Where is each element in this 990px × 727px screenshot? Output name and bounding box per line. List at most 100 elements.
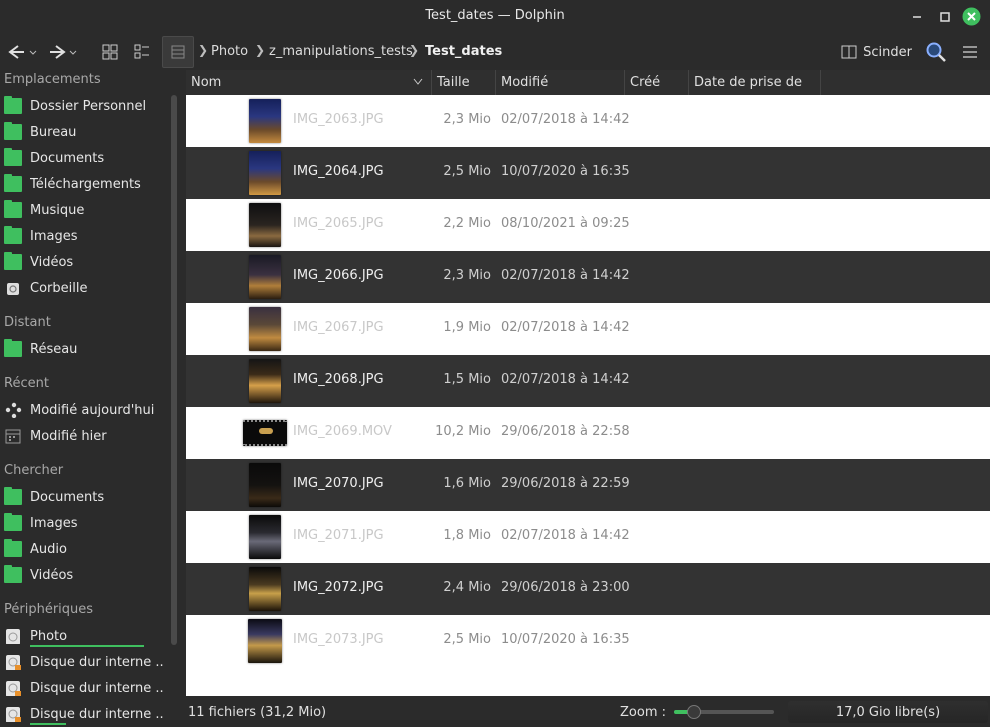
details-view-button[interactable] xyxy=(162,36,194,68)
file-row[interactable]: IMG_2073.JPG 2,5 Mio 10/07/2020 à 16:35 xyxy=(186,615,990,667)
sidebar-item-pictures[interactable]: Images xyxy=(4,225,164,247)
search-button[interactable] xyxy=(924,39,948,65)
icons-view-button[interactable] xyxy=(98,39,122,65)
video-frame-highlight xyxy=(259,428,273,434)
sidebar-item-videos[interactable]: Vidéos xyxy=(4,251,164,273)
sidebar-item-network[interactable]: Réseau xyxy=(4,338,164,360)
column-header-size[interactable]: Taille xyxy=(431,70,491,95)
sidebar-item-label: Musique xyxy=(30,202,85,218)
column-header-modified[interactable]: Modifié xyxy=(495,70,623,95)
sidebar-item-trash[interactable]: Corbeille xyxy=(4,277,164,299)
file-modified: 29/06/2018 à 23:00 xyxy=(501,580,630,595)
window-title: Test_dates — Dolphin xyxy=(425,8,565,23)
file-name: IMG_2067.JPG xyxy=(293,320,384,335)
forward-button[interactable] xyxy=(46,39,78,65)
section-heading-devices: Périphériques xyxy=(4,602,94,617)
file-row[interactable]: IMG_2070.JPG 1,6 Mio 29/06/2018 à 22:59 xyxy=(186,459,990,511)
file-name: IMG_2071.JPG xyxy=(293,528,384,543)
sidebar-scrollbar[interactable] xyxy=(171,95,177,645)
file-row[interactable]: IMG_2069.MOV 10,2 Mio 29/06/2018 à 22:58 xyxy=(186,407,990,459)
image-thumbnail xyxy=(249,255,281,299)
compact-view-button[interactable] xyxy=(130,39,154,65)
sidebar-item-label: Documents xyxy=(30,489,105,505)
videos-folder-icon xyxy=(4,252,22,270)
breadcrumb-separator-icon: ❯ xyxy=(198,43,209,57)
sort-descending-icon xyxy=(413,78,423,85)
file-name: IMG_2064.JPG xyxy=(293,164,384,179)
video-thumbnail xyxy=(243,420,287,446)
sidebar-item-internal-disk-1[interactable]: Disque dur interne ... xyxy=(4,651,164,673)
videos-folder-icon xyxy=(4,565,22,583)
sidebar-item-label: Réseau xyxy=(30,341,78,357)
sidebar-item-internal-disk-3[interactable]: Disque dur interne ... xyxy=(4,703,164,725)
back-button[interactable] xyxy=(6,39,38,65)
sidebar-item-internal-disk-2[interactable]: Disque dur interne ... xyxy=(4,677,164,699)
sidebar-item-label: Corbeille xyxy=(30,280,88,296)
section-heading-search: Chercher xyxy=(4,463,64,478)
file-row[interactable]: IMG_2072.JPG 2,4 Mio 29/06/2018 à 23:00 xyxy=(186,563,990,615)
sidebar-item-search-images[interactable]: Images xyxy=(4,512,164,534)
file-row[interactable]: IMG_2065.JPG 2,2 Mio 08/10/2021 à 09:25 xyxy=(186,199,990,251)
title-bar: Test_dates — Dolphin xyxy=(0,0,990,33)
details-view-icon xyxy=(171,45,185,59)
sidebar-item-label: Photo xyxy=(30,628,68,644)
image-thumbnail xyxy=(249,515,281,559)
minimize-button[interactable] xyxy=(908,8,926,26)
file-row[interactable]: IMG_2068.JPG 1,5 Mio 02/07/2018 à 14:42 xyxy=(186,355,990,407)
zoom-slider-handle[interactable] xyxy=(687,705,701,719)
file-size: 2,4 Mio xyxy=(443,580,491,595)
column-header-created[interactable]: Créé xyxy=(624,70,688,95)
status-summary: 11 fichiers (31,2 Mio) xyxy=(188,705,327,720)
section-heading-remote: Distant xyxy=(4,315,51,330)
file-row[interactable]: IMG_2071.JPG 1,8 Mio 02/07/2018 à 14:42 xyxy=(186,511,990,563)
breadcrumb-item[interactable]: z_manipulations_tests xyxy=(269,44,413,59)
audio-folder-icon xyxy=(4,539,22,557)
file-size: 1,8 Mio xyxy=(443,528,491,543)
file-row[interactable]: IMG_2064.JPG 2,5 Mio 10/07/2020 à 16:35 xyxy=(186,147,990,199)
split-view-button[interactable]: Scinder xyxy=(840,39,912,65)
sidebar-item-search-documents[interactable]: Documents xyxy=(4,486,164,508)
sidebar-item-label: Images xyxy=(30,515,78,531)
sidebar-item-music[interactable]: Musique xyxy=(4,199,164,221)
sidebar-item-device-photo[interactable]: Photo xyxy=(4,625,164,647)
breadcrumb-item[interactable]: Photo xyxy=(211,44,248,59)
calendar-icon xyxy=(5,429,21,444)
zoom-label: Zoom : xyxy=(620,705,666,720)
close-button[interactable] xyxy=(962,7,981,26)
file-row[interactable]: IMG_2063.JPG 2,3 Mio 02/07/2018 à 14:42 xyxy=(186,95,990,147)
file-row[interactable]: IMG_2066.JPG 2,3 Mio 02/07/2018 à 14:42 xyxy=(186,251,990,303)
forward-arrow-icon xyxy=(50,45,77,59)
file-name: IMG_2070.JPG xyxy=(293,476,384,491)
sidebar-item-modified-today[interactable]: Modifié aujourd'hui xyxy=(4,399,164,421)
file-name: IMG_2065.JPG xyxy=(293,216,384,231)
column-header-date-taken[interactable]: Date de prise de vue xyxy=(688,70,821,115)
sidebar-item-documents[interactable]: Documents xyxy=(4,147,164,169)
sidebar-item-search-videos[interactable]: Vidéos xyxy=(4,564,164,586)
recent-nodes-icon xyxy=(5,402,22,418)
sidebar-item-modified-yesterday[interactable]: Modifié hier xyxy=(4,425,164,447)
maximize-button[interactable] xyxy=(936,8,954,26)
sidebar-item-label: Bureau xyxy=(30,124,77,140)
sidebar-item-home[interactable]: Dossier Personnel xyxy=(4,95,164,117)
file-row[interactable]: IMG_2067.JPG 1,9 Mio 02/07/2018 à 14:42 xyxy=(186,303,990,355)
sidebar-item-desktop[interactable]: Bureau xyxy=(4,121,164,143)
menu-button[interactable] xyxy=(958,39,982,65)
breadcrumb-separator-icon: ❯ xyxy=(409,43,420,57)
search-icon xyxy=(926,42,946,62)
sidebar-item-label: Documents xyxy=(30,150,105,166)
free-space-indicator[interactable]: 17,0 Gio libre(s) xyxy=(788,701,988,723)
compact-view-icon xyxy=(134,44,149,59)
file-modified: 02/07/2018 à 14:42 xyxy=(501,320,630,335)
zoom-slider[interactable] xyxy=(674,705,774,719)
sidebar-item-search-audio[interactable]: Audio xyxy=(4,538,164,560)
file-size: 2,3 Mio xyxy=(443,268,491,283)
column-header-name[interactable]: Nom xyxy=(186,70,431,95)
sidebar-item-downloads[interactable]: Téléchargements xyxy=(4,173,164,195)
images-folder-icon xyxy=(4,513,22,531)
music-folder-icon xyxy=(4,200,22,218)
breadcrumb-current[interactable]: Test_dates xyxy=(425,44,502,59)
device-usage-bar xyxy=(30,723,66,725)
file-size: 2,5 Mio xyxy=(443,164,491,179)
device-usage-bar xyxy=(30,645,144,647)
breadcrumb-separator-icon: ❯ xyxy=(255,43,266,57)
